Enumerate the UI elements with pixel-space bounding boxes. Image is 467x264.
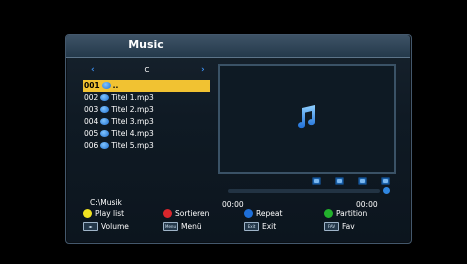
repeat-icon xyxy=(383,187,390,194)
music-file-icon xyxy=(100,93,110,101)
music-file-icon xyxy=(100,141,110,149)
play-button[interactable] xyxy=(358,177,367,185)
exit-key-icon: Exit xyxy=(244,221,259,231)
item-number: 001 xyxy=(84,81,100,90)
list-item[interactable]: 004 Titel 3.mp3 xyxy=(83,116,210,128)
item-number: 003 xyxy=(84,105,99,114)
time-current: 00:00 xyxy=(222,200,244,209)
forward-button[interactable] xyxy=(381,177,390,185)
legend-volume: ◂▸ Volume xyxy=(83,221,129,232)
menu-key-icon: Menu xyxy=(163,221,178,231)
legend-repeat: Repeat xyxy=(244,208,282,219)
item-number: 002 xyxy=(84,93,99,102)
item-name: Titel 5.mp3 xyxy=(111,141,154,150)
music-file-icon xyxy=(100,129,110,137)
stop-button[interactable] xyxy=(335,177,344,185)
green-button-icon xyxy=(324,208,333,218)
list-item[interactable]: 003 Titel 2.mp3 xyxy=(83,104,210,116)
list-item[interactable]: 006 Titel 5.mp3 xyxy=(83,140,210,152)
list-item[interactable]: 002 Titel 1.mp3 xyxy=(83,92,210,104)
item-number: 006 xyxy=(84,141,99,150)
item-number: 004 xyxy=(84,117,99,126)
window-title: Music xyxy=(128,38,164,51)
folder-up-icon xyxy=(101,81,111,89)
legend-sortieren: Sortieren xyxy=(163,208,209,219)
item-name: Titel 2.mp3 xyxy=(111,105,154,114)
item-number: 005 xyxy=(84,129,99,138)
list-item[interactable]: 005 Titel 4.mp3 xyxy=(83,128,210,140)
left-right-key-icon: ◂▸ xyxy=(83,221,98,231)
list-item[interactable]: 001.. xyxy=(83,80,210,92)
legend-exit: Exit Exit xyxy=(244,221,276,232)
rewind-button[interactable] xyxy=(312,177,321,185)
legend-menu: Menu Menü xyxy=(163,221,202,231)
directory-selector[interactable]: ‹ C › xyxy=(83,65,211,76)
legend-fav: FAV Fav xyxy=(324,221,355,232)
file-list: 001.. 002 Titel 1.mp3 003 Titel 2.mp3 004 T… xyxy=(83,80,210,152)
legend-play-list: Play list xyxy=(83,208,124,219)
item-name: Titel 3.mp3 xyxy=(111,117,154,126)
current-directory: C xyxy=(144,66,150,74)
yellow-button-icon xyxy=(83,208,92,218)
red-button-icon xyxy=(163,208,172,218)
legend-partition: Partition xyxy=(324,208,367,219)
music-note-icon xyxy=(298,105,316,129)
chevron-right-icon[interactable]: › xyxy=(201,65,205,75)
blue-button-icon xyxy=(244,208,253,218)
current-path: C:\Musik xyxy=(90,198,122,207)
progress-bar xyxy=(228,189,380,193)
music-file-icon xyxy=(100,105,110,113)
item-name: .. xyxy=(112,81,119,90)
item-name: Titel 1.mp3 xyxy=(111,93,154,102)
time-total: 00:00 xyxy=(356,200,378,209)
music-file-icon xyxy=(100,117,110,125)
fav-key-icon: FAV xyxy=(324,221,339,231)
item-name: Titel 4.mp3 xyxy=(111,129,154,138)
